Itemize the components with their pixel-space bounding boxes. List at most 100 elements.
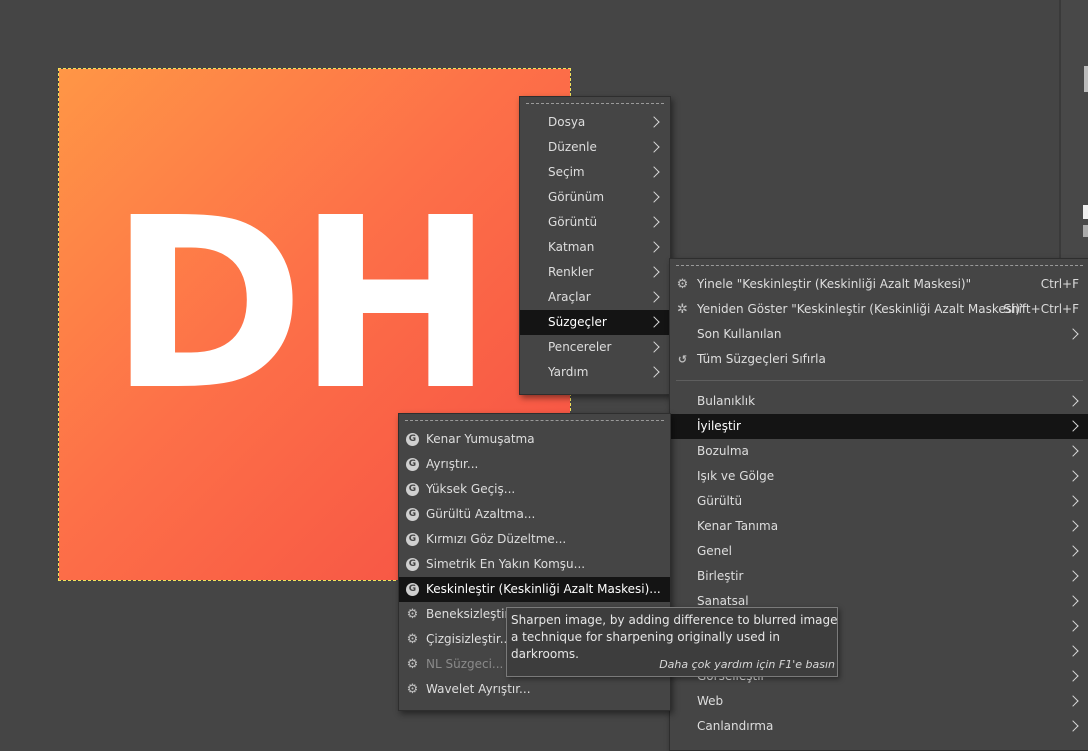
- gegl-icon: G: [406, 458, 419, 471]
- menu-item-label: Renkler: [548, 265, 594, 279]
- plugin-icon: ⚙: [406, 657, 419, 672]
- menu-item-animation[interactable]: Canlandırma: [670, 714, 1088, 739]
- menu-item-duzenle[interactable]: Düzenle: [520, 135, 670, 160]
- menu-item-label: Dosya: [548, 115, 586, 129]
- chevron-right-icon: [1067, 695, 1079, 707]
- gegl-icon: G: [406, 508, 419, 521]
- menu-item-recently-used[interactable]: Son Kullanılan: [670, 322, 1088, 347]
- menu-item-araclar[interactable]: Araçlar: [520, 285, 670, 310]
- menu-separator: [676, 380, 1083, 381]
- menu-item-pencereler[interactable]: Pencereler: [520, 335, 670, 360]
- menu-item-edge-detect[interactable]: Kenar Tanıma: [670, 514, 1088, 539]
- menu-item-label: Yardım: [548, 365, 589, 379]
- repeat-filter-icon: ⚙: [676, 277, 689, 292]
- chevron-right-icon: [1067, 495, 1079, 507]
- menu-item-symmetric-nearest-neighbor[interactable]: G Simetrik En Yakın Komşu...: [399, 552, 670, 577]
- chevron-right-icon: [1067, 445, 1079, 457]
- chevron-right-icon: [1067, 395, 1079, 407]
- menu-item-label: Kırmızı Göz Düzeltme...: [426, 532, 567, 546]
- chevron-right-icon: [648, 341, 660, 353]
- menu-item-label: Yeniden Göster "Keskinleştir (Keskinliği…: [697, 302, 1026, 316]
- menu-item-web[interactable]: Web: [670, 689, 1088, 714]
- menu-item-unsharp-mask[interactable]: G Keskinleştir (Keskinliği Azalt Maskesi)…: [399, 577, 670, 602]
- menu-item-label: İyileştir: [697, 419, 741, 433]
- menu-item-label: Wavelet Ayrıştır...: [426, 682, 531, 696]
- menu-item-label: Bulanıklık: [697, 394, 756, 408]
- menu-item-repeat-last[interactable]: ⚙ Yinele "Keskinleştir (Keskinliği Azalt…: [670, 272, 1088, 297]
- tooltip-text: Sharpen image, by adding difference to b…: [511, 613, 838, 661]
- filters-submenu: ⚙ Yinele "Keskinleştir (Keskinliği Azalt…: [669, 258, 1088, 751]
- chevron-right-icon: [1067, 720, 1079, 732]
- menu-item-noise-reduction[interactable]: G Gürültü Azaltma...: [399, 502, 670, 527]
- chevron-right-icon: [648, 191, 660, 203]
- chevron-right-icon: [1067, 420, 1079, 432]
- chevron-right-icon: [1067, 595, 1079, 607]
- menu-item-noise[interactable]: Gürültü: [670, 489, 1088, 514]
- menu-item-label: Katman: [548, 240, 595, 254]
- chevron-right-icon: [648, 366, 660, 378]
- menu-item-label: Pencereler: [548, 340, 612, 354]
- menu-item-label: Düzenle: [548, 140, 597, 154]
- menu-item-light-shadow[interactable]: Işık ve Gölge: [670, 464, 1088, 489]
- menu-item-dosya[interactable]: Dosya: [520, 110, 670, 135]
- menu-item-label: Genel: [697, 544, 733, 558]
- dock-widget: [1083, 225, 1088, 237]
- menu-item-generic[interactable]: Genel: [670, 539, 1088, 564]
- menu-item-suzgecler[interactable]: Süzgeçler: [520, 310, 670, 335]
- menu-tearoff[interactable]: [520, 97, 670, 110]
- menu-item-distorts[interactable]: Bozulma: [670, 439, 1088, 464]
- shortcut-label: Shift+Ctrl+F: [1003, 302, 1079, 316]
- gegl-icon: G: [406, 483, 419, 496]
- menu-item-renkler[interactable]: Renkler: [520, 260, 670, 285]
- menu-item-yardim[interactable]: Yardım: [520, 360, 670, 385]
- reshow-filter-icon: ✲: [677, 302, 688, 317]
- menu-item-label: Birleştir: [697, 569, 744, 583]
- chevron-right-icon: [1067, 545, 1079, 557]
- menu-item-label: Tüm Süzgeçleri Sıfırla: [697, 352, 826, 366]
- menu-item-label: Simetrik En Yakın Komşu...: [426, 557, 586, 571]
- menu-item-gorunum[interactable]: Görünüm: [520, 185, 670, 210]
- gegl-icon: G: [406, 433, 419, 446]
- menu-item-enhance[interactable]: İyileştir: [670, 414, 1088, 439]
- chevron-right-icon: [1067, 328, 1079, 340]
- menu-item-label: Araçlar: [548, 290, 591, 304]
- menu-item-label: Görüntü: [548, 215, 598, 229]
- menu-item-deinterlace[interactable]: G Ayrıştır...: [399, 452, 670, 477]
- menu-item-red-eye-removal[interactable]: G Kırmızı Göz Düzeltme...: [399, 527, 670, 552]
- menu-item-label: Gürültü Azaltma...: [426, 507, 536, 521]
- menu-item-label: Bozulma: [697, 444, 749, 458]
- menu-item-goruntu[interactable]: Görüntü: [520, 210, 670, 235]
- dock-widget: [1084, 66, 1088, 92]
- chevron-right-icon: [1067, 620, 1079, 632]
- chevron-right-icon: [648, 141, 660, 153]
- plugin-icon: ⚙: [406, 682, 419, 697]
- dh-logo: DH: [109, 167, 494, 442]
- menu-item-label: Keskinleştir (Keskinliği Azalt Maskesi).…: [426, 582, 661, 596]
- plugin-icon: ⚙: [406, 607, 419, 622]
- right-dock-panel: [1061, 0, 1088, 258]
- menu-item-reset-all-filters[interactable]: ↺ Tüm Süzgeçleri Sıfırla: [670, 347, 1088, 372]
- menu-item-secim[interactable]: Seçim: [520, 160, 670, 185]
- chevron-right-icon: [648, 316, 660, 328]
- menu-item-blur[interactable]: Bulanıklık: [670, 389, 1088, 414]
- menu-item-reshow-last[interactable]: ✲ Yeniden Göster "Keskinleştir (Keskinli…: [670, 297, 1088, 322]
- menu-item-label: Yüksek Geçiş...: [426, 482, 516, 496]
- menu-item-label: Canlandırma: [697, 719, 774, 733]
- menu-item-label: Kenar Yumuşatma: [426, 432, 535, 446]
- shortcut-label: Ctrl+F: [1040, 277, 1079, 291]
- chevron-right-icon: [648, 241, 660, 253]
- menu-item-label: Web: [697, 694, 724, 708]
- menu-item-label: NL Süzgeci...: [426, 657, 504, 671]
- menu-item-wavelet-decompose[interactable]: ⚙ Wavelet Ayrıştır...: [399, 677, 670, 702]
- menu-item-label: Seçim: [548, 165, 585, 179]
- chevron-right-icon: [1067, 520, 1079, 532]
- gegl-icon: G: [406, 533, 419, 546]
- menu-item-antialias[interactable]: G Kenar Yumuşatma: [399, 427, 670, 452]
- chevron-right-icon: [648, 116, 660, 128]
- menu-tearoff[interactable]: [670, 259, 1088, 272]
- tooltip: Sharpen image, by adding difference to b…: [506, 607, 838, 677]
- menu-tearoff[interactable]: [399, 414, 670, 427]
- menu-item-combine[interactable]: Birleştir: [670, 564, 1088, 589]
- menu-item-high-pass[interactable]: G Yüksek Geçiş...: [399, 477, 670, 502]
- menu-item-katman[interactable]: Katman: [520, 235, 670, 260]
